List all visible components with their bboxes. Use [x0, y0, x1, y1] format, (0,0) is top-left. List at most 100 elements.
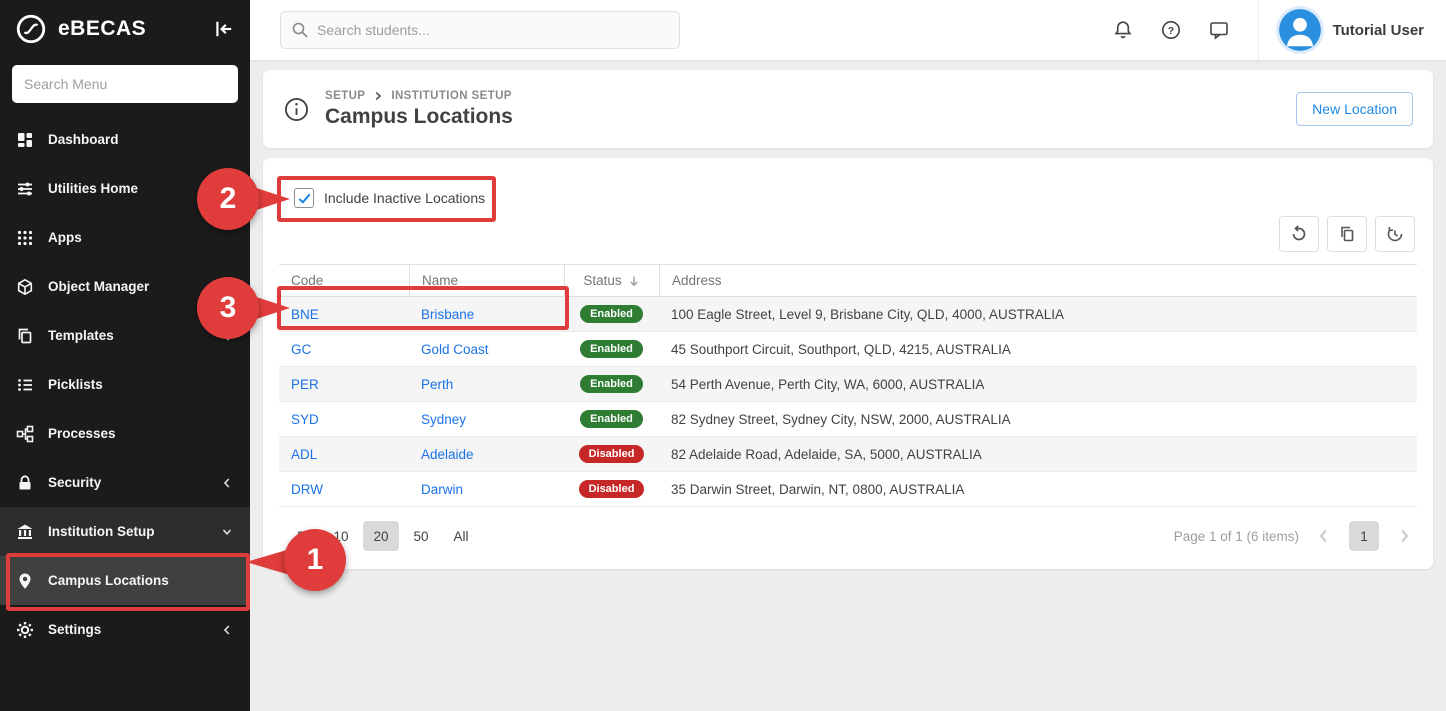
utilities-icon: [16, 180, 34, 198]
location-address: 100 Eagle Street, Level 9, Brisbane City…: [659, 307, 1417, 322]
location-code-link[interactable]: SYD: [291, 412, 319, 427]
location-name-link[interactable]: Adelaide: [421, 447, 474, 462]
include-inactive-checkbox[interactable]: [294, 188, 314, 208]
column-header-status[interactable]: Status: [564, 265, 659, 296]
page-size-option[interactable]: All: [443, 521, 479, 551]
table-row: BNE Brisbane Enabled 100 Eagle Street, L…: [279, 297, 1417, 332]
student-search-input[interactable]: [317, 22, 669, 38]
breadcrumb-institution-setup[interactable]: INSTITUTION SETUP: [391, 90, 512, 102]
column-header-name[interactable]: Name: [409, 265, 564, 296]
picklists-icon: [16, 376, 34, 394]
status-badge: Enabled: [580, 305, 643, 323]
location-code-link[interactable]: ADL: [291, 447, 317, 462]
page-size-option[interactable]: 20: [363, 521, 399, 551]
user-menu[interactable]: Tutorial User: [1259, 9, 1446, 51]
app-logo-text: eBECAS: [58, 17, 146, 41]
location-code-link[interactable]: PER: [291, 377, 319, 392]
include-inactive-label[interactable]: Include Inactive Locations: [324, 190, 485, 206]
sidebar-item-campus-locations[interactable]: Campus Locations: [0, 556, 250, 605]
sidebar-item-settings[interactable]: Settings: [0, 605, 250, 654]
sidebar-item-picklists[interactable]: Picklists: [0, 360, 250, 409]
column-label: Address: [672, 273, 722, 288]
sidebar-item-utilities-home[interactable]: Utilities Home: [0, 164, 250, 213]
sidebar-item-apps[interactable]: Apps: [0, 213, 250, 262]
chat-icon[interactable]: [1208, 19, 1230, 41]
breadcrumb-setup[interactable]: SETUP: [325, 90, 365, 102]
sidebar-item-processes[interactable]: Processes: [0, 409, 250, 458]
chevron-right-icon: [372, 90, 384, 102]
sort-desc-icon: [627, 274, 641, 288]
sidebar-item-dashboard[interactable]: Dashboard: [0, 115, 250, 164]
location-name-link[interactable]: Sydney: [421, 412, 466, 427]
student-search: [280, 11, 680, 49]
location-address: 82 Adelaide Road, Adelaide, SA, 5000, AU…: [659, 447, 1417, 462]
sidebar-item-label: Utilities Home: [48, 181, 138, 196]
dashboard-icon: [16, 131, 34, 149]
location-name-link[interactable]: Perth: [421, 377, 453, 392]
table-row: DRW Darwin Disabled 35 Darwin Street, Da…: [279, 472, 1417, 507]
object-manager-icon: [16, 278, 34, 296]
refresh-button[interactable]: [1279, 216, 1319, 252]
location-code-link[interactable]: GC: [291, 342, 311, 357]
page-number-button[interactable]: 1: [1349, 521, 1379, 551]
sidebar-item-label: Security: [48, 475, 101, 490]
main-area: ? Tutorial User SETUP INSTITUTION: [250, 0, 1446, 711]
copy-icon: [1338, 225, 1356, 243]
institution-icon: [16, 523, 34, 541]
locations-card: Include Inactive Locations Code Name Sta…: [263, 158, 1433, 569]
table-header: Code Name Status Address: [279, 264, 1417, 297]
column-header-code[interactable]: Code: [279, 265, 409, 296]
page-size-option[interactable]: 5: [283, 521, 319, 551]
page-size-option[interactable]: 50: [403, 521, 439, 551]
chevron-left-icon: [220, 476, 234, 490]
sidebar-item-templates[interactable]: Templates: [0, 311, 250, 360]
copy-button[interactable]: [1327, 216, 1367, 252]
sidebar-item-label: Picklists: [48, 377, 103, 392]
sidebar-item-institution-setup[interactable]: Institution Setup: [0, 507, 250, 556]
sidebar-search-input[interactable]: [12, 65, 238, 103]
page-size-selector: 5 10 20 50 All: [283, 521, 479, 551]
ebecas-logo-icon: [14, 12, 48, 46]
location-name-link[interactable]: Darwin: [421, 482, 463, 497]
page-title: Campus Locations: [325, 105, 513, 129]
bell-icon[interactable]: [1112, 19, 1134, 41]
page-info: Page 1 of 1 (6 items): [1174, 529, 1299, 544]
page-size-option[interactable]: 10: [323, 521, 359, 551]
chevron-left-icon: [220, 329, 234, 343]
chevron-down-icon: [220, 525, 234, 539]
new-location-button[interactable]: New Location: [1296, 92, 1413, 126]
sidebar: eBECAS Dashboard Utilities Home Apps: [0, 0, 250, 711]
sidebar-item-security[interactable]: Security: [0, 458, 250, 507]
table-row: GC Gold Coast Enabled 45 Southport Circu…: [279, 332, 1417, 367]
sidebar-item-label: Institution Setup: [48, 524, 154, 539]
refresh-icon: [1290, 225, 1308, 243]
location-code-link[interactable]: DRW: [291, 482, 323, 497]
column-label: Code: [291, 273, 323, 288]
sidebar-item-object-manager[interactable]: Object Manager: [0, 262, 250, 311]
app-root: eBECAS Dashboard Utilities Home Apps: [0, 0, 1446, 711]
processes-icon: [16, 425, 34, 443]
sidebar-item-label: Dashboard: [48, 132, 119, 147]
help-icon[interactable]: ?: [1160, 19, 1182, 41]
sidebar-search: [0, 57, 250, 115]
next-page-icon[interactable]: [1395, 527, 1413, 545]
location-name-link[interactable]: Brisbane: [421, 307, 474, 322]
location-address: 82 Sydney Street, Sydney City, NSW, 2000…: [659, 412, 1417, 427]
check-icon: [297, 191, 312, 206]
collapse-sidebar-icon[interactable]: [212, 17, 236, 41]
user-name: Tutorial User: [1333, 22, 1424, 39]
location-name-link[interactable]: Gold Coast: [421, 342, 489, 357]
column-label: Status: [583, 273, 621, 288]
status-badge: Disabled: [579, 480, 645, 498]
topbar-right: ? Tutorial User: [1112, 0, 1446, 60]
status-badge: Disabled: [579, 445, 645, 463]
gear-icon: [16, 621, 34, 639]
avatar: [1279, 9, 1321, 51]
breadcrumb: SETUP INSTITUTION SETUP: [325, 90, 513, 102]
sidebar-nav: Dashboard Utilities Home Apps Object Man…: [0, 115, 250, 711]
page-header-card: SETUP INSTITUTION SETUP Campus Locations…: [263, 70, 1433, 148]
history-button[interactable]: [1375, 216, 1415, 252]
location-code-link[interactable]: BNE: [291, 307, 319, 322]
prev-page-icon[interactable]: [1315, 527, 1333, 545]
column-header-address[interactable]: Address: [659, 265, 1417, 296]
